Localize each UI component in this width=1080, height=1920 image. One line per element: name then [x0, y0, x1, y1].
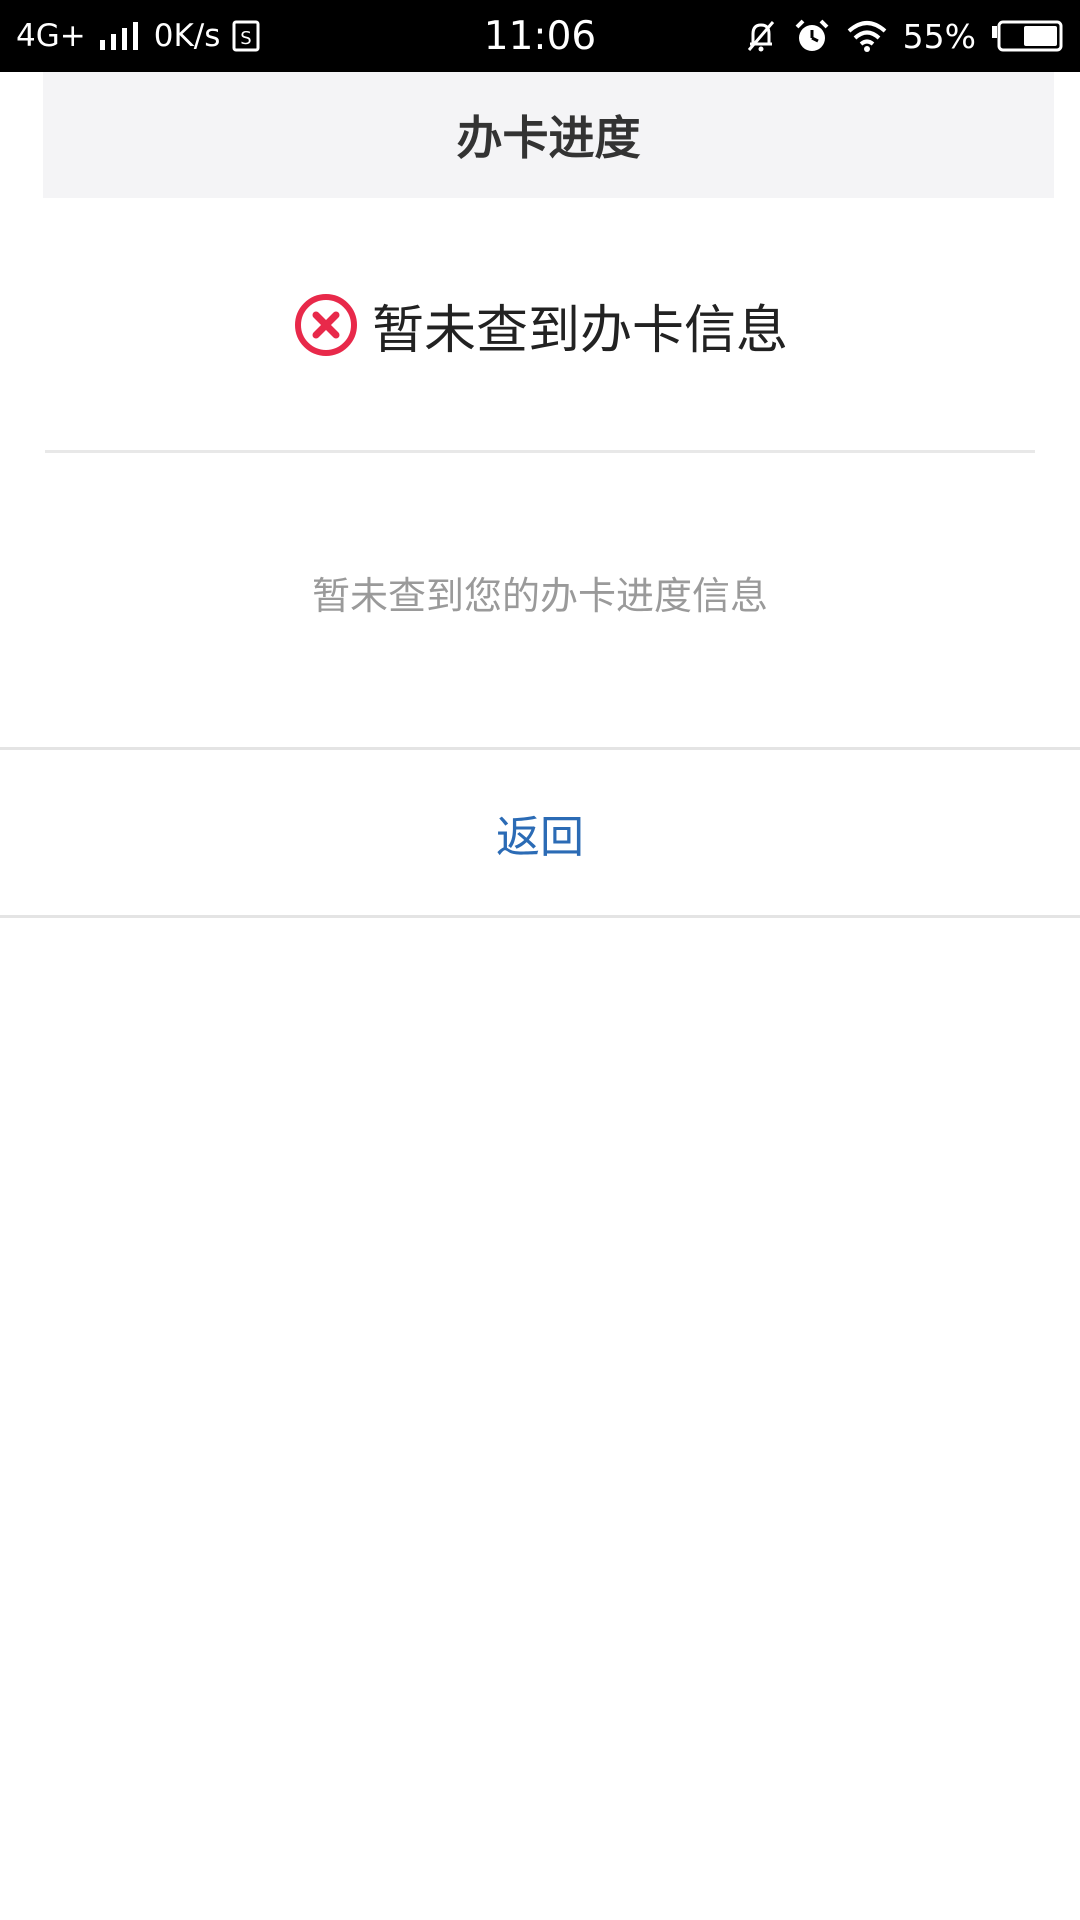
clock: 11:06	[483, 13, 597, 59]
status-bar-right: 55%	[743, 0, 1064, 72]
battery-icon	[990, 19, 1064, 53]
title-bar: 办卡进度	[43, 72, 1054, 198]
detail-message: 暂未查到您的办卡进度信息	[311, 574, 768, 618]
back-button[interactable]: 返回	[0, 750, 1080, 915]
page-title: 办卡进度	[456, 111, 641, 165]
battery-percent: 55%	[902, 16, 976, 56]
back-button-label: 返回	[496, 811, 584, 863]
divider	[0, 915, 1080, 918]
error-circle-icon	[292, 291, 360, 359]
alarm-icon	[793, 17, 831, 55]
wifi-icon	[845, 19, 889, 53]
divider	[45, 450, 1035, 453]
status-bar: 4G+ 0K/s S 11:06 55%	[0, 0, 1080, 72]
mute-bell-icon	[743, 18, 779, 54]
result-message: 暂未查到办卡信息	[371, 300, 788, 361]
result-row: 暂未查到办卡信息	[0, 285, 1080, 365]
